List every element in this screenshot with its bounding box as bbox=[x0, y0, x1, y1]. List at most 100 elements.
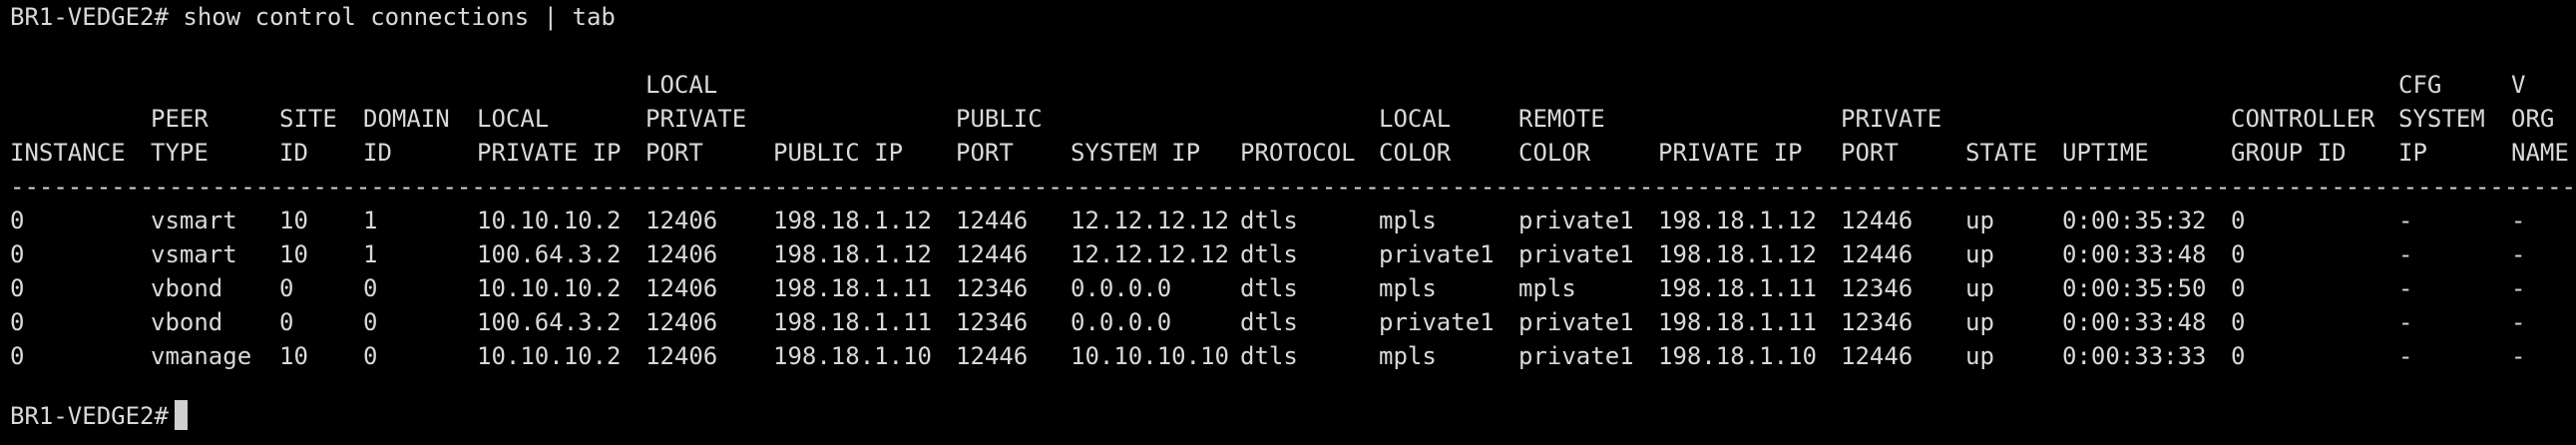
column-header-line bbox=[1965, 102, 2037, 136]
column-header-line bbox=[279, 68, 337, 102]
column-header-site-id: SITE ID bbox=[279, 68, 337, 170]
cell-public-port: 12446 bbox=[956, 240, 1029, 268]
column-header-line: SYSTEM bbox=[2398, 105, 2485, 133]
cell-remote-color: private1 bbox=[1518, 240, 1634, 268]
cell-protocol: dtls bbox=[1240, 274, 1298, 302]
column-header-line bbox=[956, 68, 1043, 102]
column-header-private-port: PRIVATE PORT bbox=[1841, 68, 1941, 170]
column-header-controller-group-id: CONTROLLER GROUP ID bbox=[2231, 68, 2375, 170]
column-header-line bbox=[2062, 102, 2149, 136]
cell-system-ip: 0.0.0.0 bbox=[1071, 274, 1172, 302]
cell-remote-color: private1 bbox=[1518, 342, 1634, 370]
column-header-line bbox=[1841, 68, 1941, 102]
cell-v-org-name: - bbox=[2511, 274, 2526, 302]
cell-domain-id: 1 bbox=[363, 240, 378, 268]
column-header-domain-id: DOMAIN ID bbox=[363, 68, 450, 170]
cell-domain-id: 0 bbox=[363, 274, 378, 302]
cell-peer-type: vsmart bbox=[151, 240, 237, 268]
cell-remote-color: private1 bbox=[1518, 308, 1634, 336]
column-header-line bbox=[1518, 68, 1605, 102]
cell-private-ip: 198.18.1.11 bbox=[1658, 274, 1817, 302]
cell-uptime: 0:00:35:50 bbox=[2062, 274, 2207, 302]
cell-v-org-name: - bbox=[2511, 207, 2526, 234]
column-header-line bbox=[1240, 102, 1356, 136]
cell-uptime: 0:00:33:33 bbox=[2062, 342, 2207, 370]
cell-local-private-ip: 100.64.3.2 bbox=[477, 308, 622, 336]
column-header-public-port: PUBLIC PORT bbox=[956, 68, 1043, 170]
column-header-line: INSTANCE bbox=[10, 139, 126, 167]
cell-controller-group-id: 0 bbox=[2231, 308, 2246, 336]
table-row: 0 vsmart 10 1 10.10.10.2 12406 198.18.1.12 1244… bbox=[0, 204, 2576, 237]
column-header-local-private-port: LOCAL PRIVATE PORT bbox=[645, 68, 746, 170]
cell-uptime: 0:00:33:48 bbox=[2062, 240, 2207, 268]
prompt-line[interactable]: BR1-VEDGE2# bbox=[10, 399, 188, 433]
column-header-remote-color: REMOTE COLOR bbox=[1518, 68, 1605, 170]
column-header-line: LOCAL bbox=[645, 71, 718, 99]
column-header-line bbox=[1658, 68, 1803, 102]
column-header-line bbox=[2231, 68, 2375, 102]
cell-domain-id: 0 bbox=[363, 308, 378, 336]
cursor[interactable] bbox=[174, 400, 188, 430]
cell-public-ip: 198.18.1.10 bbox=[773, 342, 932, 370]
column-header-line: PRIVATE IP bbox=[1658, 139, 1803, 167]
column-header-state: STATE bbox=[1965, 68, 2037, 170]
column-header-line: PUBLIC bbox=[956, 105, 1043, 133]
cell-site-id: 10 bbox=[279, 342, 308, 370]
column-header-v-org-name: V ORG NAME bbox=[2511, 68, 2569, 170]
cell-peer-type: vmanage bbox=[151, 342, 252, 370]
column-header-line: ORG bbox=[2511, 105, 2555, 133]
cell-private-port: 12346 bbox=[1841, 308, 1914, 336]
cell-controller-group-id: 0 bbox=[2231, 240, 2246, 268]
column-header-line bbox=[1240, 68, 1356, 102]
column-header-line bbox=[2062, 68, 2149, 102]
prompt-text: BR1-VEDGE2# bbox=[10, 402, 169, 430]
cell-state: up bbox=[1965, 240, 1994, 268]
column-header-uptime: UPTIME bbox=[2062, 68, 2149, 170]
column-header-line: TYPE bbox=[151, 139, 209, 167]
column-header-public-ip: PUBLIC IP bbox=[773, 68, 903, 170]
column-header-line bbox=[1379, 68, 1451, 102]
control-connections-table: INSTANCE PEER TYPE SITE ID DOMAIN ID LOCAL P… bbox=[0, 68, 2576, 373]
cell-state: up bbox=[1965, 342, 1994, 370]
column-header-line: PORT bbox=[645, 139, 703, 167]
column-header-line: V bbox=[2511, 71, 2526, 99]
column-header-line: UPTIME bbox=[2062, 139, 2149, 167]
cell-private-port: 12346 bbox=[1841, 274, 1914, 302]
cell-private-ip: 198.18.1.12 bbox=[1658, 207, 1817, 234]
cell-cfg-system-ip: - bbox=[2398, 308, 2413, 336]
column-header-line: PUBLIC IP bbox=[773, 139, 904, 167]
cell-local-color: private1 bbox=[1379, 240, 1495, 268]
command-line: BR1-VEDGE2# show control connections | t… bbox=[10, 3, 616, 31]
column-header-line: PROTOCOL bbox=[1240, 139, 1356, 167]
separator-dashes: ----------------------------------------… bbox=[10, 173, 2576, 201]
column-header-line: CFG bbox=[2398, 71, 2442, 99]
cell-remote-color: mpls bbox=[1518, 274, 1576, 302]
cell-state: up bbox=[1965, 207, 1994, 234]
column-header-line: SYSTEM IP bbox=[1071, 139, 1201, 167]
terminal-window[interactable]: BR1-VEDGE2# show control connections | t… bbox=[0, 0, 2576, 445]
column-header-line: COLOR bbox=[1518, 139, 1591, 167]
column-header-line: REMOTE bbox=[1518, 105, 1605, 133]
cell-local-private-ip: 10.10.10.2 bbox=[477, 207, 622, 234]
cell-public-port: 12446 bbox=[956, 207, 1029, 234]
column-header-line: ID bbox=[279, 139, 308, 167]
cell-peer-type: vbond bbox=[151, 274, 223, 302]
cell-private-ip: 198.18.1.10 bbox=[1658, 342, 1817, 370]
table-row: 0 vbond 0 0 10.10.10.2 12406 198.18.1.11 12346 0… bbox=[0, 271, 2576, 305]
cell-public-port: 12446 bbox=[956, 342, 1029, 370]
cell-local-private-port: 12406 bbox=[645, 308, 718, 336]
cell-local-color: private1 bbox=[1379, 308, 1495, 336]
cell-remote-color: private1 bbox=[1518, 207, 1634, 234]
column-header-line: PRIVATE bbox=[1841, 105, 1942, 133]
cell-uptime: 0:00:33:48 bbox=[2062, 308, 2207, 336]
cell-system-ip: 0.0.0.0 bbox=[1071, 308, 1172, 336]
cell-domain-id: 0 bbox=[363, 342, 378, 370]
cell-local-private-ip: 10.10.10.2 bbox=[477, 342, 622, 370]
column-header-local-color: LOCAL COLOR bbox=[1379, 68, 1451, 170]
cell-local-private-port: 12406 bbox=[645, 240, 718, 268]
cell-v-org-name: - bbox=[2511, 308, 2526, 336]
table-row: 0 vbond 0 0 100.64.3.2 12406 198.18.1.11 12346 0… bbox=[0, 305, 2576, 339]
column-header-private-ip: PRIVATE IP bbox=[1658, 68, 1803, 170]
column-header-line: STATE bbox=[1965, 139, 2038, 167]
cell-cfg-system-ip: - bbox=[2398, 274, 2413, 302]
